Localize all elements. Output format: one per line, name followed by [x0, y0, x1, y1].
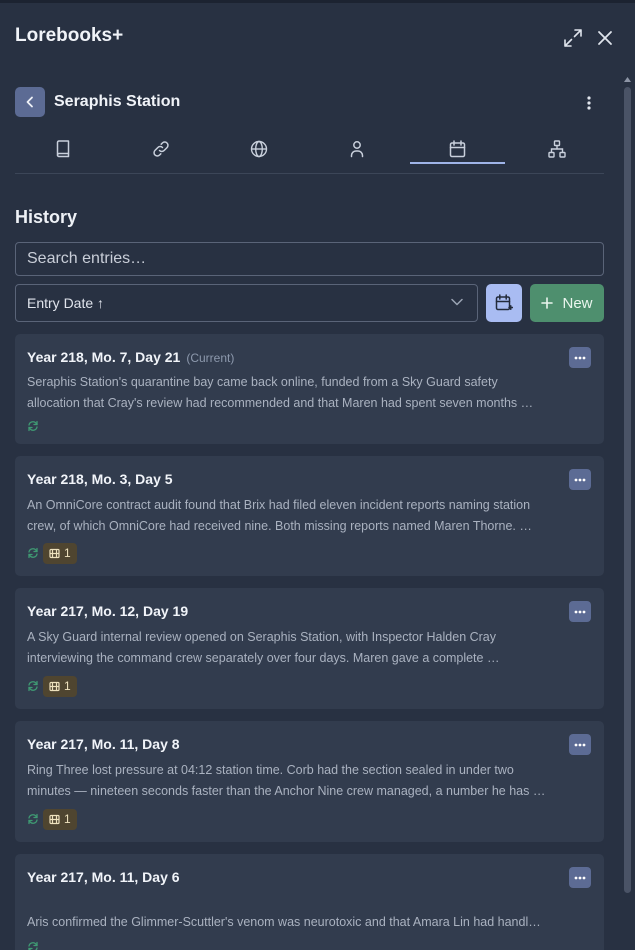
- lorebooks-panel: Lorebooks+ Seraphis Station History Sear…: [0, 0, 635, 950]
- sort-label: Entry Date: [27, 295, 94, 311]
- horizontal-dots-icon: [574, 743, 586, 746]
- entry-summary: A Sky Guard internal review opened on Se…: [27, 627, 567, 669]
- entry-footer: 1: [27, 808, 77, 830]
- entry-summary-line: Ring Three lost pressure at 04:12 statio…: [27, 763, 514, 777]
- panel-header: Lorebooks+: [0, 3, 635, 73]
- tab-entries[interactable]: [15, 133, 110, 165]
- film-icon: [49, 681, 60, 691]
- entry-summary-line: crew, of which OmniCore had received nin…: [27, 519, 532, 533]
- entry-footer: 1: [27, 675, 77, 697]
- entry-date: Year 218, Mo. 3, Day 5: [27, 471, 173, 487]
- tab-history[interactable]: [410, 133, 505, 165]
- history-entry-card[interactable]: Year 218, Mo. 7, Day 21 (Current) Seraphi…: [15, 334, 604, 444]
- entry-summary-line: Aris confirmed the Glimmer-Scuttler's ve…: [27, 915, 541, 929]
- linked-entries-badge[interactable]: 1: [43, 808, 77, 830]
- entry-date: Year 217, Mo. 11, Day 6: [27, 869, 180, 885]
- lorebook-title: Seraphis Station: [54, 93, 181, 110]
- globe-icon: [250, 140, 267, 158]
- scroll-up-arrow-icon[interactable]: [623, 75, 632, 83]
- entry-date: Year 218, Mo. 7, Day 21 (Current): [27, 349, 234, 365]
- tab-world[interactable]: [211, 133, 306, 165]
- more-options-button[interactable]: [579, 92, 599, 114]
- entry-summary-line: minutes — nineteen seconds faster than t…: [27, 784, 546, 798]
- entry-more-button[interactable]: [569, 601, 591, 622]
- entry-summary-line: interviewing the command crew separately…: [27, 651, 500, 665]
- lorebook-tabs: [15, 133, 604, 174]
- book-icon: [56, 140, 69, 158]
- history-entry-card[interactable]: Year 218, Mo. 3, Day 5 An OmniCore contr…: [15, 456, 604, 576]
- linked-entries-badge[interactable]: 1: [43, 675, 77, 697]
- scrollbar-thumb[interactable]: [624, 87, 631, 893]
- entry-date-text: Year 218, Mo. 7, Day 21: [27, 349, 181, 365]
- sync-icon: [28, 680, 38, 692]
- link-count: 1: [64, 679, 71, 693]
- tab-relationships[interactable]: [509, 133, 604, 165]
- new-entry-button[interactable]: New: [530, 284, 604, 322]
- horizontal-dots-icon: [574, 876, 586, 879]
- plus-icon: [541, 297, 554, 309]
- sync-icon: [28, 813, 38, 825]
- calendar-icon: [449, 140, 466, 158]
- current-tag: (Current): [186, 351, 235, 365]
- link-count: 1: [64, 812, 71, 826]
- linked-entries-badge[interactable]: 1: [43, 542, 77, 564]
- sync-icon: [28, 420, 38, 432]
- entry-more-button[interactable]: [569, 867, 591, 888]
- new-button-label: New: [562, 294, 593, 312]
- entry-more-button[interactable]: [569, 469, 591, 490]
- entry-footer: [27, 936, 39, 950]
- calendar-plus-icon: [495, 294, 513, 311]
- horizontal-dots-icon: [574, 478, 586, 481]
- entry-summary: Aris confirmed the Glimmer-Scuttler's ve…: [27, 912, 567, 933]
- entry-date: Year 217, Mo. 12, Day 19: [27, 603, 189, 619]
- expand-icon[interactable]: [562, 27, 584, 49]
- person-icon: [350, 141, 363, 158]
- link-icon: [152, 141, 169, 157]
- sort-select[interactable]: Entry Date ↑: [15, 284, 478, 322]
- entry-more-button[interactable]: [569, 734, 591, 755]
- back-button[interactable]: [15, 87, 45, 117]
- sync-icon: [28, 547, 38, 559]
- tab-links[interactable]: [113, 133, 208, 165]
- film-icon: [49, 814, 60, 824]
- entry-summary-line: allocation that Cray's review had recomm…: [27, 396, 534, 410]
- entry-summary: An OmniCore contract audit found that Br…: [27, 495, 567, 537]
- entry-footer: 1: [27, 542, 77, 564]
- tab-characters[interactable]: [309, 133, 404, 165]
- entry-summary: Ring Three lost pressure at 04:12 statio…: [27, 760, 567, 802]
- entry-summary-line: An OmniCore contract audit found that Br…: [27, 498, 531, 512]
- chevron-left-icon: [26, 96, 33, 108]
- vertical-dots-icon: [587, 96, 591, 110]
- link-count: 1: [64, 546, 71, 560]
- search-input[interactable]: Search entries…: [15, 242, 604, 276]
- entry-footer: [27, 415, 39, 437]
- entry-more-button[interactable]: [569, 347, 591, 368]
- chevron-down-icon: [451, 298, 463, 306]
- history-entry-card[interactable]: Year 217, Mo. 12, Day 19 A Sky Guard int…: [15, 588, 604, 709]
- horizontal-dots-icon: [574, 356, 586, 359]
- history-entry-card[interactable]: Year 217, Mo. 11, Day 6 Aris confirmed t…: [15, 854, 604, 950]
- sort-direction-icon: ↑: [97, 295, 105, 311]
- sync-icon: [28, 941, 38, 950]
- app-title: Lorebooks+: [15, 25, 124, 46]
- film-icon: [49, 548, 60, 558]
- horizontal-dots-icon: [574, 610, 586, 613]
- entry-summary-line: Seraphis Station's quarantine bay came b…: [27, 375, 498, 389]
- hierarchy-icon: [547, 140, 566, 158]
- entry-summary: Seraphis Station's quarantine bay came b…: [27, 372, 567, 414]
- calendar-settings-button[interactable]: [486, 284, 522, 322]
- section-title: History: [15, 207, 78, 227]
- history-entry-card[interactable]: Year 217, Mo. 11, Day 8 Ring Three lost …: [15, 721, 604, 842]
- entry-date: Year 217, Mo. 11, Day 8: [27, 736, 180, 752]
- lorebook-header: Seraphis Station: [15, 87, 604, 119]
- entry-summary-line: A Sky Guard internal review opened on Se…: [27, 630, 497, 644]
- close-icon[interactable]: [594, 27, 616, 49]
